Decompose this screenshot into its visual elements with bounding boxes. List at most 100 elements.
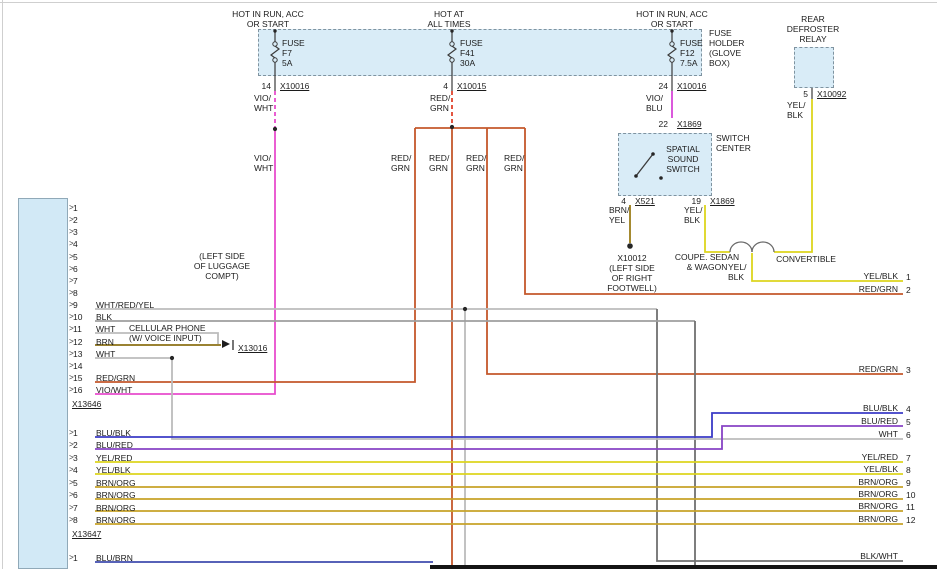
switch-top-pin: 22 xyxy=(659,119,668,129)
power-label-2: HOT AT ALL TIMES xyxy=(428,9,471,29)
ground-name: X10012 xyxy=(617,253,646,263)
right-pin-number: 6 xyxy=(906,430,911,440)
redgrn-wire-label-1: RED/ GRN xyxy=(391,153,411,173)
switch-left-wire-label: BRN/ YEL xyxy=(609,205,629,225)
right-pin-number: 11 xyxy=(906,502,915,512)
right-wire-label: RED/GRN xyxy=(859,284,898,294)
right-pin-number: 2 xyxy=(906,285,911,295)
right-wire-label: WHT xyxy=(879,429,898,439)
wire-segment xyxy=(448,46,456,58)
pin-wire-label: BRN/ORG xyxy=(96,490,136,500)
redgrn-wire-label-4: RED/ GRN xyxy=(504,153,524,173)
junction-dot xyxy=(670,29,673,32)
right-pin-number: 4 xyxy=(906,404,911,414)
fuse-3-pin: 24 xyxy=(659,81,668,91)
switch-center-label: SWITCH CENTER xyxy=(716,133,751,153)
pin-number: 6 xyxy=(73,490,78,500)
fuse-3-connector[interactable]: X10016 xyxy=(677,81,706,91)
switch-left-connector[interactable]: X521 xyxy=(635,196,655,206)
power-label-1: HOT IN RUN, ACC OR START xyxy=(232,9,304,29)
junction-dot xyxy=(450,125,454,129)
pin-number: 5 xyxy=(73,478,78,488)
pin-number: 7 xyxy=(73,503,78,513)
pin-number: 1 xyxy=(73,203,78,213)
pin-number: 14 xyxy=(73,361,82,371)
junction-dot xyxy=(463,307,467,311)
wire-segment xyxy=(668,46,676,58)
right-pin-number: 1 xyxy=(906,272,911,282)
pin-number: 1 xyxy=(73,428,78,438)
pin-wire-label: WHT xyxy=(96,324,115,334)
right-wire-label: BRN/ORG xyxy=(858,501,898,511)
fuse-1-wire-label: VIO/ WHT xyxy=(254,93,273,113)
right-wire-label: BLK/WHT xyxy=(860,551,898,561)
ground-note: (LEFT SIDE OF RIGHT FOOTWELL) xyxy=(607,263,657,293)
wire-segment xyxy=(95,413,903,437)
switch-right-wire-label: YEL/ BLK xyxy=(684,205,702,225)
switch-top-connector[interactable]: X1869 xyxy=(677,119,702,129)
option-bridge-arc xyxy=(730,242,752,252)
pin-wire-label: BLU/RED xyxy=(96,440,133,450)
relay-title: REAR DEFROSTER RELAY xyxy=(787,14,839,44)
fuse-3-label: FUSE F12 7.5A xyxy=(680,38,703,68)
right-pin-number: 10 xyxy=(906,490,915,500)
pin-number: 3 xyxy=(73,453,78,463)
junction-dot xyxy=(273,127,277,131)
cellular-connector[interactable]: X13016 xyxy=(238,343,267,353)
fuse-2-pin: 4 xyxy=(443,81,448,91)
fuse-1-connector[interactable]: X10016 xyxy=(280,81,309,91)
redgrn-wire-label-3: RED/ GRN xyxy=(466,153,486,173)
pin-wire-label: VIO/WHT xyxy=(96,385,132,395)
pin-wire-label: YEL/RED xyxy=(96,453,132,463)
pin-number: 8 xyxy=(73,515,78,525)
right-wire-label: BLU/RED xyxy=(861,416,898,426)
connector-name[interactable]: X13647 xyxy=(72,529,101,539)
right-wire-label: BLU/BLK xyxy=(863,403,898,413)
relay-connector[interactable]: X10092 xyxy=(817,89,846,99)
pin-number: 5 xyxy=(73,252,78,262)
fuse-1-label: FUSE F7 5A xyxy=(282,38,305,68)
pin-wire-label: BRN/ORG xyxy=(96,478,136,488)
fuse-2-connector[interactable]: X10015 xyxy=(457,81,486,91)
pin-number: 7 xyxy=(73,276,78,286)
pin-wire-label: RED/GRN xyxy=(96,373,135,383)
pin-number: 2 xyxy=(73,215,78,225)
right-wire-label: RED/GRN xyxy=(859,364,898,374)
connector-name[interactable]: X13646 xyxy=(72,399,101,409)
wire-segment xyxy=(705,205,730,252)
pin-number: 11 xyxy=(73,324,82,334)
pin-wire-label: BRN xyxy=(96,337,114,347)
note-convertible: CONVERTIBLE xyxy=(776,254,836,264)
power-label-3: HOT IN RUN, ACC OR START xyxy=(636,9,708,29)
right-wire-label: BRN/ORG xyxy=(858,514,898,524)
fuse-terminal xyxy=(273,42,277,46)
fuse-terminal xyxy=(450,58,454,62)
fuse-terminal xyxy=(670,42,674,46)
pin-wire-label: WHT xyxy=(96,349,115,359)
viowht-wire-label-2: VIO/ WHT xyxy=(254,153,273,173)
fuse-terminal xyxy=(670,58,674,62)
option-bridge-arc xyxy=(752,242,774,252)
pin-number: 4 xyxy=(73,239,78,249)
fuse-terminal xyxy=(273,58,277,62)
pin-number: 12 xyxy=(73,337,82,347)
pin-number: 13 xyxy=(73,349,82,359)
pin-wire-label: YEL/BLK xyxy=(96,465,131,475)
pin-number: 16 xyxy=(73,385,82,395)
relay-wire-label: YEL/ BLK xyxy=(787,100,805,120)
right-wire-label: YEL/BLK xyxy=(864,464,899,474)
redgrn-wire-label-2: RED/ GRN xyxy=(429,153,449,173)
fuse-2-label: FUSE F41 30A xyxy=(460,38,483,68)
right-pin-number: 3 xyxy=(906,365,911,375)
junction-dot xyxy=(651,152,655,156)
pin-number: 2 xyxy=(73,440,78,450)
junction-dot xyxy=(627,243,633,249)
junction-dot xyxy=(634,174,638,178)
junction-dot xyxy=(659,176,663,180)
cellular-phone-label: CELLULAR PHONE (W/ VOICE INPUT) xyxy=(129,323,206,343)
fuse-2-wire-label: RED/ GRN xyxy=(430,93,450,113)
pin-number: 15 xyxy=(73,373,82,383)
pin-number: 10 xyxy=(73,312,82,322)
pin-number: 3 xyxy=(73,227,78,237)
switch-right-connector[interactable]: X1869 xyxy=(710,196,735,206)
